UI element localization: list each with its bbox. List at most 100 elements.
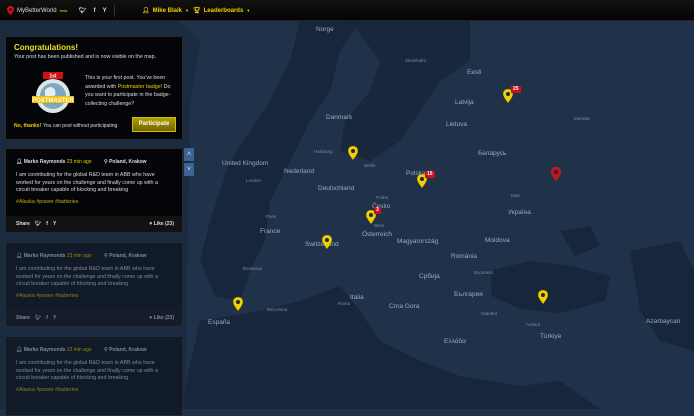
location-pin-icon: ⚲ [104, 347, 108, 353]
twitter-icon[interactable]: 🐦︎ [35, 221, 41, 227]
post-author[interactable]: Marko Raymonds [24, 347, 66, 353]
country-label: Ελλάδα [444, 338, 466, 345]
map-pin-logo-icon [7, 6, 14, 15]
yammer-icon[interactable]: Y [103, 8, 107, 14]
post-author[interactable]: Marko Raymonds [24, 253, 66, 259]
twitter-icon[interactable]: 🐦︎ [35, 315, 41, 321]
svg-text:1st: 1st [49, 74, 57, 80]
chevron-down-icon: ▼ [246, 8, 251, 13]
post-time: 23 min ago [66, 159, 92, 165]
scroll-down-button[interactable]: ˅ [184, 163, 194, 176]
facebook-icon[interactable]: f [94, 8, 96, 14]
no-thanks-link[interactable]: No, thanks! [14, 123, 41, 129]
post-header: 👤︎ Marko Raymonds 23 min ago ⚲ Poland, K… [6, 337, 182, 353]
city-label: Москва [574, 116, 590, 121]
country-label: United Kingdom [222, 160, 269, 167]
country-label: Србија [419, 273, 440, 280]
post-header: 👤︎ Marko Raymonds 23 min ago ⚲ Poland, K… [6, 149, 182, 165]
user-icon: 👤︎ [16, 159, 23, 165]
congrats-title: Congratulations! [14, 43, 78, 52]
city-label: Ankara [526, 322, 541, 327]
post-body: I am contributing for the global R&D tea… [16, 360, 158, 381]
beta-label: beta [59, 8, 68, 13]
brand-name: MyBetterWorld [17, 7, 57, 14]
share-label: Share [16, 221, 30, 227]
participate-button[interactable]: Participate [132, 117, 176, 132]
city-label: Bucuresti [474, 270, 493, 275]
country-label: Nederland [284, 168, 314, 175]
like-count: Like (23) [153, 315, 174, 321]
map-marker-icon[interactable] [232, 296, 244, 312]
country-label: Lietuva [446, 121, 467, 128]
post-header: 👤︎ Marko Raymonds 23 min ago ⚲ Poland, K… [6, 243, 182, 259]
congratulations-panel: Congratulations! Your post has been publ… [5, 36, 183, 140]
post-footer: Share 🐦︎ f Y ♥ Like (23) [6, 310, 182, 326]
brand[interactable]: MyBetterWorld beta [7, 0, 67, 21]
city-label: London [246, 178, 262, 183]
like-button[interactable]: ♥ Like (23) [149, 221, 174, 227]
current-location-marker-icon[interactable] [550, 166, 562, 182]
city-label: Roma [338, 301, 351, 306]
city-label: Paris [266, 214, 277, 219]
post-tags[interactable]: #Alaska #power #batteries [6, 289, 182, 299]
facebook-icon[interactable]: f [46, 315, 48, 321]
marker-count-badge: 25 [511, 86, 521, 93]
like-count: Like (23) [153, 221, 174, 227]
marker-count-badge: 15 [425, 171, 435, 178]
heart-icon: ♥ [149, 221, 153, 227]
country-label: Crna Gora [389, 303, 420, 310]
city-label: Hamburg [314, 149, 333, 154]
user-icon: 👤︎ [16, 253, 23, 259]
map-marker-icon[interactable] [321, 234, 333, 250]
country-label: España [208, 319, 231, 326]
trophy-icon: 🏆︎ [193, 8, 201, 14]
city-label: Bordeaux [243, 266, 263, 271]
country-label: France [260, 228, 281, 235]
post-card[interactable]: 👤︎ Marko Raymonds 23 min ago ⚲ Poland, K… [5, 336, 183, 416]
post-card[interactable]: 👤︎ Marko Raymonds 23 min ago ⚲ Poland, K… [5, 242, 183, 327]
post-location: Poland, Krakow [109, 159, 147, 165]
svg-text:POSTMASTER: POSTMASTER [32, 98, 74, 104]
badge-name: Postmaster badge! [117, 83, 163, 90]
user-name: Mike Blaik [152, 7, 182, 14]
heart-icon: ♥ [149, 315, 153, 321]
city-label: Київ [511, 193, 520, 198]
leaderboards-label: Leaderboards [203, 7, 244, 14]
user-icon: 👤︎ [16, 347, 23, 353]
yammer-icon[interactable]: Y [53, 221, 56, 227]
city-label: Stockholm [405, 58, 427, 63]
city-label: Praha [376, 195, 389, 200]
country-label: Österreich [362, 231, 392, 238]
facebook-icon[interactable]: f [46, 221, 48, 227]
congrats-subtitle: Your post has been published and is now … [14, 54, 157, 60]
city-label: Barcelona [267, 307, 288, 312]
user-menu[interactable]: 👤︎ Mike Blaik ▼ [142, 0, 189, 21]
post-location: Poland, Krakow [109, 253, 147, 259]
city-label: İstanbul [481, 311, 497, 316]
marker-count-badge: 3 [374, 207, 381, 214]
country-label: Türkiye [540, 333, 562, 340]
map-marker-icon[interactable] [347, 145, 359, 161]
yammer-icon[interactable]: Y [53, 315, 56, 321]
country-label: Eesti [467, 69, 482, 76]
top-bar: MyBetterWorld beta 🐦︎ f Y 👤︎ Mike Blaik … [0, 0, 694, 21]
map-marker-icon[interactable] [537, 289, 549, 305]
scroll-up-button[interactable]: ˄ [184, 148, 194, 161]
twitter-icon[interactable]: 🐦︎ [79, 7, 87, 14]
country-label: Italia [350, 294, 364, 301]
location-pin-icon: ⚲ [104, 159, 108, 165]
post-location-wrap: ⚲ Poland, Krakow [104, 253, 174, 259]
post-tags[interactable]: #Alaska #power #batteries [6, 383, 182, 393]
post-body: I am contributing for the global R&D tea… [16, 266, 158, 287]
country-label: Norge [316, 26, 334, 33]
post-tags[interactable]: #Alaska #power #batteries [6, 195, 182, 205]
globe-badge-icon: 1st POSTMASTER [32, 72, 75, 113]
post-author[interactable]: Marko Raymonds [24, 159, 66, 165]
chevron-down-icon: ▼ [184, 8, 189, 13]
chevron-up-icon: ˄ [186, 151, 192, 158]
country-label: Беларусь [478, 150, 507, 157]
post-card[interactable]: 👤︎ Marko Raymonds 23 min ago ⚲ Poland, K… [5, 148, 183, 233]
leaderboards-menu[interactable]: 🏆︎ Leaderboards ▼ [193, 0, 250, 21]
like-button[interactable]: ♥ Like (23) [149, 315, 174, 321]
country-label: Moldova [485, 237, 510, 244]
